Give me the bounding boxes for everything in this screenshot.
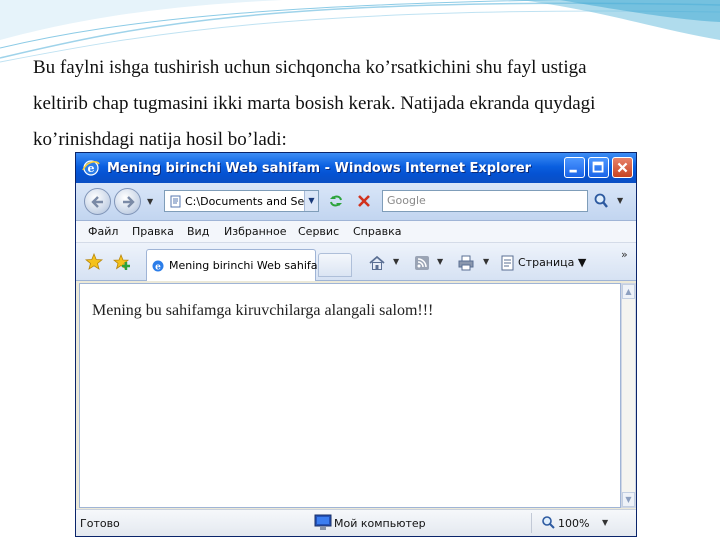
toolbar-overflow-chevron[interactable]: »	[621, 248, 628, 261]
scroll-down-icon[interactable]: ▼	[622, 492, 635, 507]
menu-bar: Файл Правка Вид Избранное Сервис Справка	[76, 221, 636, 243]
ie-page-icon: e	[152, 260, 164, 272]
rss-icon[interactable]	[413, 254, 431, 272]
menu-edit[interactable]: Правка	[132, 225, 174, 238]
address-dropdown-icon[interactable]: ▼	[304, 191, 318, 211]
menu-view[interactable]: Вид	[187, 225, 209, 238]
menu-favorites[interactable]: Избранное	[224, 225, 286, 238]
back-arrow-icon	[91, 196, 103, 208]
ie-logo-icon: e	[82, 160, 100, 176]
search-dropdown-icon[interactable]: ▼	[617, 196, 623, 205]
address-field[interactable]: C:\Documents and Se ▼	[164, 190, 319, 212]
page-icon[interactable]	[499, 254, 517, 272]
status-bar: Готово Мой компьютер 100% ▼	[76, 509, 636, 536]
new-tab-button[interactable]	[318, 253, 352, 277]
page-content-text: Mening bu sahifamga kiruvchilarga alanga…	[92, 302, 434, 319]
paragraph-line: keltirib chap tugmasini ikki marta bosis…	[33, 93, 596, 114]
history-dropdown-icon[interactable]: ▼	[147, 197, 153, 206]
ie-window: e Mening birinchi Web sahifam - Windows …	[75, 152, 637, 537]
close-icon	[617, 162, 628, 173]
window-title: Mening birinchi Web sahifam - Windows In…	[107, 160, 532, 176]
status-divider	[531, 513, 532, 533]
security-zone: Мой компьютер	[334, 517, 426, 530]
search-field[interactable]: Google	[382, 190, 588, 212]
printer-icon[interactable]	[457, 254, 475, 272]
add-favorite-icon[interactable]	[113, 253, 131, 271]
print-dropdown-icon[interactable]: ▼	[483, 257, 489, 266]
minimize-icon	[569, 169, 577, 173]
forward-arrow-icon	[123, 196, 135, 208]
page-menu-label: Страница	[518, 256, 575, 269]
maximize-icon	[592, 161, 604, 173]
feeds-dropdown-icon[interactable]: ▼	[437, 257, 443, 266]
zoom-icon[interactable]	[541, 515, 555, 529]
close-button[interactable]	[612, 157, 633, 178]
paragraph-line: Bu faylni ishga tushirish uchun sichqonc…	[33, 57, 587, 78]
status-text: Готово	[80, 517, 120, 530]
magnifier-icon[interactable]	[592, 192, 612, 210]
back-button[interactable]	[84, 188, 111, 215]
page-viewport[interactable]: Mening bu sahifamga kiruvchilarga alanga…	[79, 283, 621, 508]
address-toolbar: ▼ C:\Documents and Se ▼ Google ▼	[76, 183, 636, 221]
zoom-dropdown-icon[interactable]: ▼	[602, 518, 608, 527]
stop-icon[interactable]	[355, 192, 373, 210]
tab-toolbar: e Mening birinchi Web sahifam ▼ ▼ ▼ Стра…	[76, 243, 636, 281]
zoom-level[interactable]: 100%	[558, 517, 589, 530]
computer-icon	[314, 514, 332, 530]
minimize-button[interactable]	[564, 157, 585, 178]
maximize-button[interactable]	[588, 157, 609, 178]
menu-help[interactable]: Справка	[353, 225, 401, 238]
menu-tools[interactable]: Сервис	[298, 225, 339, 238]
tab-title: Mening birinchi Web sahifam	[169, 259, 329, 272]
svg-text:e: e	[155, 262, 161, 272]
title-bar[interactable]: e Mening birinchi Web sahifam - Windows …	[76, 153, 636, 183]
star-icon[interactable]	[85, 253, 103, 271]
page-menu-button[interactable]: Страница ▼	[518, 256, 586, 269]
forward-button[interactable]	[114, 188, 141, 215]
home-dropdown-icon[interactable]: ▼	[393, 257, 399, 266]
tab-current-page[interactable]: e Mening birinchi Web sahifam	[146, 249, 328, 281]
vertical-scrollbar[interactable]: ▲ ▼	[621, 283, 636, 508]
address-text: C:\Documents and Se	[185, 194, 305, 208]
menu-file[interactable]: Файл	[88, 225, 118, 238]
page-icon	[170, 195, 181, 207]
refresh-icon[interactable]	[327, 192, 345, 210]
instruction-paragraph: Bu faylni ishga tushirish uchun sichqonc…	[33, 50, 703, 158]
home-icon[interactable]	[368, 254, 386, 272]
scroll-up-icon[interactable]: ▲	[622, 284, 635, 299]
